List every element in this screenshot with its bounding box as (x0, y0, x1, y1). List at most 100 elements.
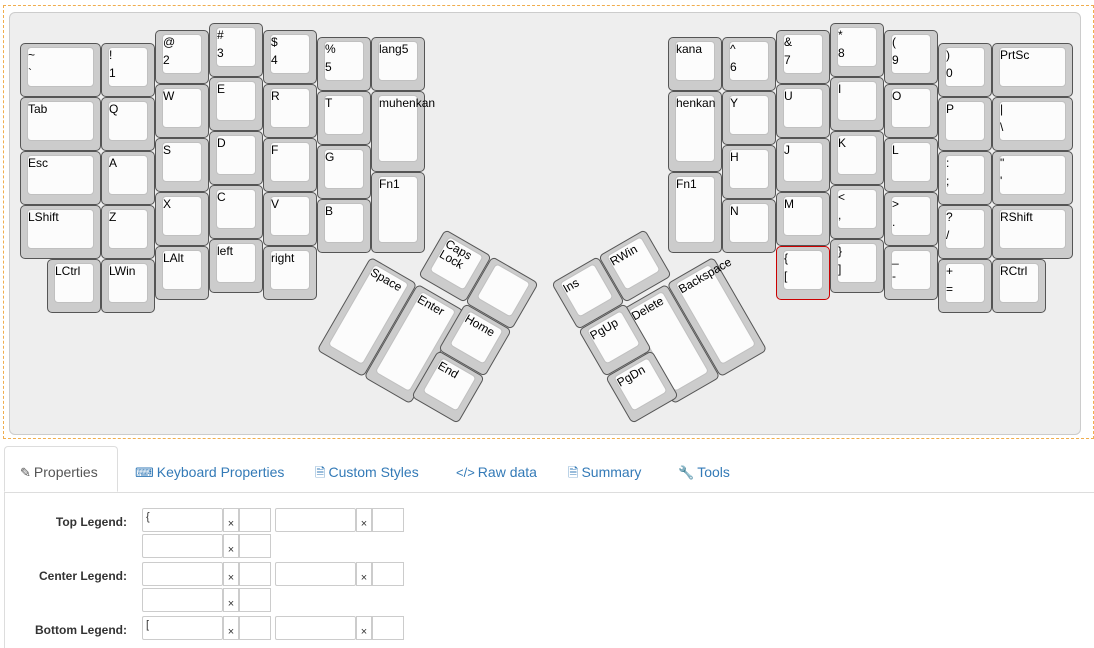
key-w[interactable]: W (155, 84, 209, 138)
tab-tools[interactable]: 🔧 Tools (678, 446, 730, 492)
top-legend-extra-input[interactable] (142, 534, 223, 558)
center-legend-right-input[interactable] (275, 562, 356, 586)
key-i[interactable]: I (830, 77, 884, 131)
key-lctrl[interactable]: LCtrl (47, 259, 101, 313)
key-comma[interactable]: <, (830, 185, 884, 239)
key-8[interactable]: * 8 (830, 23, 884, 77)
key-m[interactable]: M (776, 192, 830, 246)
key-u[interactable]: U (776, 84, 830, 138)
top-legend-extra-clear-button[interactable]: × (223, 534, 239, 558)
key-o[interactable]: O (884, 84, 938, 138)
key-lwin[interactable]: LWin (101, 259, 155, 313)
key-k[interactable]: K (830, 131, 884, 185)
center-legend-extra-clear-button[interactable]: × (223, 588, 239, 612)
center-legend-label: Center Legend: (38, 569, 127, 583)
top-legend-right-input[interactable] (275, 508, 356, 532)
key-muhenkan[interactable]: muhenkan (371, 91, 435, 172)
key-t[interactable]: T (317, 91, 371, 145)
key-right[interactable]: right (263, 246, 317, 300)
key-1[interactable]: ! 1 (101, 43, 155, 97)
key-6[interactable]: ^ 6 (722, 37, 776, 91)
key-q[interactable]: Q (101, 97, 155, 151)
center-legend-left-clear-button[interactable]: × (223, 562, 239, 586)
key-y[interactable]: Y (722, 91, 776, 145)
key-3[interactable]: #3 (209, 23, 263, 77)
key-rctrl[interactable]: RCtrl (992, 259, 1046, 313)
bottom-legend-right-clear-button[interactable]: × (356, 616, 372, 640)
key-9[interactable]: (9 (884, 30, 938, 84)
key-x[interactable]: X (155, 192, 209, 246)
key-g[interactable]: G (317, 145, 371, 199)
key-n[interactable]: N (722, 199, 776, 253)
key-equals[interactable]: + = (938, 259, 992, 313)
key-c[interactable]: C (209, 185, 263, 239)
bottom-legend-right-color[interactable] (372, 616, 404, 640)
tab-raw-data[interactable]: </> Raw data (456, 446, 537, 492)
top-legend-left-input[interactable]: { (142, 508, 223, 532)
bottom-legend-left-color[interactable] (239, 616, 271, 640)
key-semicolon[interactable]: :; (938, 151, 992, 205)
top-legend-left-clear-button[interactable]: × (223, 508, 239, 532)
key-j[interactable]: J (776, 138, 830, 192)
center-legend-right-clear-button[interactable]: × (356, 562, 372, 586)
keyboard-icon: ⌨ (135, 465, 154, 480)
key-fn1-right[interactable]: Fn1 (668, 172, 722, 253)
top-legend-extra-color[interactable] (239, 534, 271, 558)
center-legend-extra-input[interactable] (142, 588, 223, 612)
key-lshift[interactable]: LShift (20, 205, 101, 259)
pencil-square-icon: ✎ (20, 465, 31, 480)
key-pipe[interactable]: | \ (992, 97, 1073, 151)
key-lalt[interactable]: LAlt (155, 246, 209, 300)
key-z[interactable]: Z (101, 205, 155, 259)
key-fn1-left[interactable]: Fn1 (371, 172, 425, 253)
center-legend-left-input[interactable] (142, 562, 223, 586)
center-legend-left-color[interactable] (239, 562, 271, 586)
bottom-legend-left-clear-button[interactable]: × (223, 616, 239, 640)
key-h[interactable]: H (722, 145, 776, 199)
key-lang5[interactable]: lang5 (371, 37, 425, 91)
key-l[interactable]: L (884, 138, 938, 192)
key-henkan[interactable]: henkan (668, 91, 722, 172)
key-d[interactable]: D (209, 131, 263, 185)
key-5[interactable]: % 5 (317, 37, 371, 91)
key-r[interactable]: R (263, 84, 317, 138)
key-kana[interactable]: kana (668, 37, 722, 91)
key-grave[interactable]: ~ ` (20, 43, 101, 97)
top-legend-right-clear-button[interactable]: × (356, 508, 372, 532)
key-0[interactable]: ) 0 (938, 43, 992, 97)
bottom-legend-left-input[interactable]: [ (142, 616, 223, 640)
keyboard-canvas[interactable]: ~ ` ! 1 @2 #3 $4 % 5 lang5 Tab Q W E R T mu… (9, 12, 1081, 435)
center-legend-extra-color[interactable] (239, 588, 271, 612)
tab-summary[interactable]: 🗎 Summary (568, 446, 641, 492)
tab-keyboard-properties[interactable]: ⌨ Keyboard Properties (135, 446, 284, 492)
key-s[interactable]: S (155, 138, 209, 192)
key-period[interactable]: >. (884, 192, 938, 246)
key-left[interactable]: left (209, 239, 263, 293)
key-v[interactable]: V (263, 192, 317, 246)
key-e[interactable]: E (209, 77, 263, 131)
key-2[interactable]: @2 (155, 30, 209, 84)
key-7[interactable]: & 7 (776, 30, 830, 84)
key-rshift[interactable]: RShift (992, 205, 1073, 259)
tab-custom-styles[interactable]: 🗎 Custom Styles (315, 446, 419, 492)
bottom-legend-right-input[interactable] (275, 616, 356, 640)
key-prtsc[interactable]: PrtSc (992, 43, 1073, 97)
center-legend-right-color[interactable] (372, 562, 404, 586)
bottom-legend-label: Bottom Legend: (35, 623, 127, 637)
key-4[interactable]: $4 (263, 30, 317, 84)
key-lbracket-selected[interactable]: {[ (776, 246, 830, 300)
top-legend-right-color[interactable] (372, 508, 404, 532)
key-f[interactable]: F (263, 138, 317, 192)
key-b[interactable]: B (317, 199, 371, 253)
key-a[interactable]: A (101, 151, 155, 205)
tab-properties[interactable]: ✎ Properties (4, 446, 118, 492)
key-rbracket[interactable]: }] (830, 239, 884, 293)
key-esc[interactable]: Esc (20, 151, 101, 205)
key-minus[interactable]: _ - (884, 246, 938, 300)
key-p[interactable]: P (938, 97, 992, 151)
top-legend-left-color[interactable] (239, 508, 271, 532)
file-text-icon: 🗎 (315, 465, 326, 480)
key-quote[interactable]: " ' (992, 151, 1073, 205)
key-slash[interactable]: ? / (938, 205, 992, 259)
key-tab[interactable]: Tab (20, 97, 101, 151)
